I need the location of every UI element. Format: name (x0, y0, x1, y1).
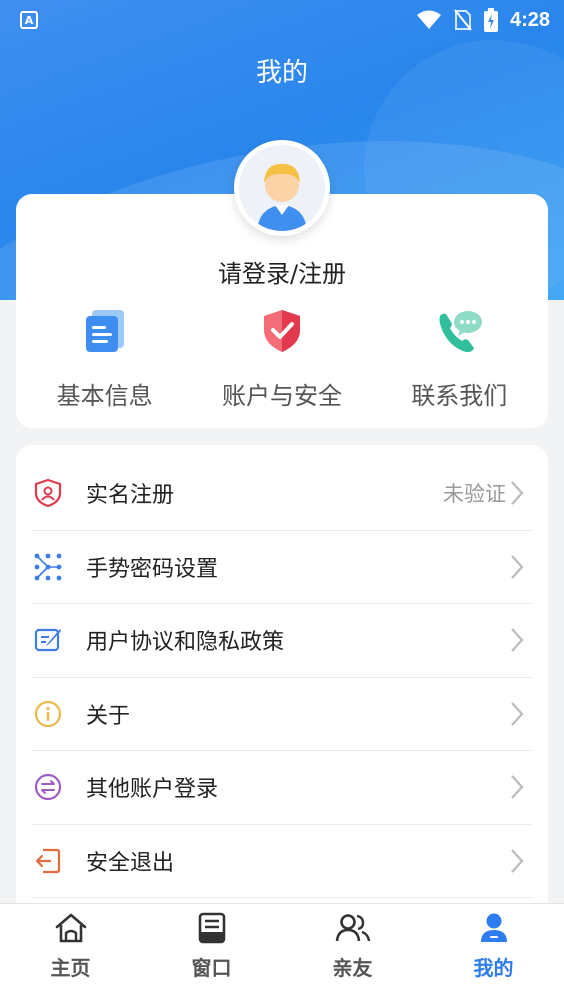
page-title: 我的 (255, 58, 308, 88)
quick-action-contact-us[interactable]: 联系我们 (371, 306, 548, 411)
id-shield-icon (34, 479, 62, 508)
menu-item-gesture-password[interactable]: 手势密码设置 (32, 531, 532, 604)
info-icon (34, 700, 62, 727)
menu-item-label: 实名注册 (86, 483, 175, 509)
user-avatar-icon (239, 145, 325, 231)
document-icon (85, 310, 124, 352)
battery-charging-icon (483, 8, 498, 32)
chevron-right-icon (511, 702, 524, 726)
menu-item-label: 安全退出 (86, 850, 175, 876)
quick-action-account-security[interactable]: 账户与安全 (193, 306, 370, 411)
settings-menu: 实名注册 未验证 手势密码设置 用户协议和隐私政策 关于 其他账户登录 安全退出 (16, 445, 548, 915)
tab-label: 亲友 (332, 956, 373, 980)
chevron-right-icon (511, 775, 524, 799)
shield-check-icon (263, 310, 300, 352)
chevron-right-icon (511, 481, 524, 505)
menu-item-about[interactable]: 关于 (32, 678, 532, 751)
menu-item-other-account-login[interactable]: 其他账户登录 (32, 751, 532, 825)
app-notification-icon: A (20, 11, 38, 29)
login-register-link[interactable]: 请登录/注册 (16, 254, 548, 289)
avatar[interactable] (234, 140, 330, 236)
tab-home[interactable]: 主页 (0, 904, 141, 1002)
tab-label: 窗口 (191, 956, 232, 980)
quick-action-label: 基本信息 (56, 382, 153, 410)
quick-action-label: 账户与安全 (221, 382, 342, 410)
clock: 4:28 (509, 8, 550, 31)
home-icon (55, 913, 86, 943)
status-bar: A 4:28 (0, 0, 564, 40)
agreement-icon (34, 629, 61, 652)
gesture-grid-icon (34, 553, 62, 581)
verification-status: 未验证 (443, 482, 506, 507)
menu-item-label: 其他账户登录 (86, 777, 219, 803)
window-icon (198, 912, 225, 944)
chevron-right-icon (511, 628, 524, 652)
menu-item-label: 用户协议和隐私政策 (86, 630, 285, 656)
menu-item-user-agreement[interactable]: 用户协议和隐私政策 (32, 604, 532, 678)
quick-actions: 基本信息 账户与安全 联系我们 (16, 306, 548, 411)
menu-item-label: 关于 (86, 703, 131, 729)
contacts-icon (335, 914, 370, 942)
user-icon (480, 913, 507, 942)
tab-label: 我的 (473, 956, 514, 980)
logout-icon (35, 848, 61, 873)
menu-item-label: 手势密码设置 (86, 556, 219, 582)
switch-account-icon (34, 774, 62, 801)
chevron-right-icon (511, 849, 524, 873)
bottom-tab-bar: 主页 窗口 亲友 我的 (0, 903, 564, 1002)
quick-action-basic-info[interactable]: 基本信息 (16, 306, 193, 411)
phone-chat-icon (439, 311, 483, 353)
quick-action-label: 联系我们 (411, 382, 508, 410)
no-sim-icon (454, 9, 472, 31)
tab-label: 主页 (50, 956, 91, 980)
tab-mine[interactable]: 我的 (423, 904, 564, 1002)
tab-window[interactable]: 窗口 (141, 904, 282, 1002)
tab-contacts[interactable]: 亲友 (282, 904, 423, 1002)
chevron-right-icon (511, 555, 524, 579)
menu-item-logout[interactable]: 安全退出 (32, 825, 532, 898)
wifi-icon (416, 10, 441, 29)
menu-item-real-name[interactable]: 实名注册 未验证 (32, 457, 532, 531)
